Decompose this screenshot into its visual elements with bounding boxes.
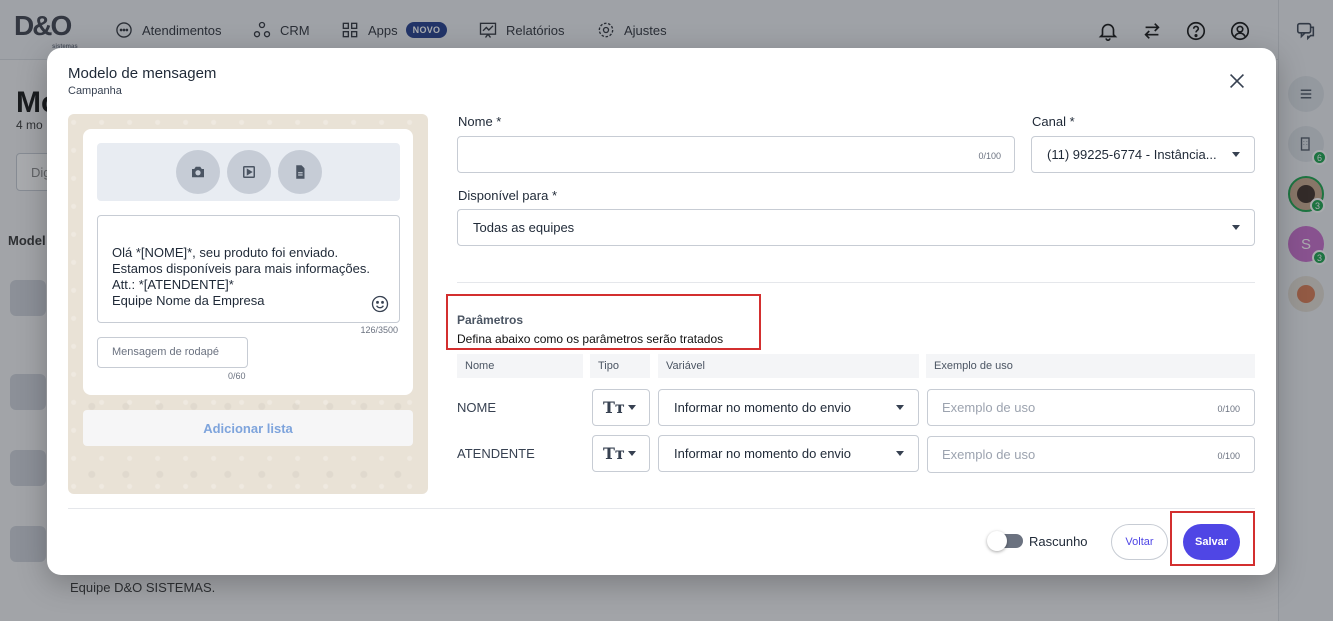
chevron-down-icon bbox=[896, 405, 904, 410]
attach-document-button[interactable] bbox=[277, 150, 322, 194]
param-variable-value: Informar no momento do envio bbox=[674, 446, 852, 461]
chevron-down-icon bbox=[896, 451, 904, 456]
attach-image-button[interactable] bbox=[175, 150, 220, 194]
example-placeholder: Exemplo de uso bbox=[942, 400, 1036, 415]
text-type-icon: Tт bbox=[603, 398, 625, 417]
message-bubble: Olá *[NOME]*, seu produto foi enviado. E… bbox=[83, 129, 413, 395]
chevron-down-icon bbox=[628, 451, 636, 456]
add-list-button[interactable]: Adicionar lista bbox=[83, 410, 413, 446]
param-type-select[interactable]: Tт bbox=[592, 389, 650, 426]
chevron-down-icon bbox=[628, 405, 636, 410]
param-variable-value: Informar no momento do envio bbox=[674, 400, 852, 415]
document-icon bbox=[295, 165, 304, 179]
footer-char-count: 0/60 bbox=[228, 371, 246, 381]
header-name: Nome bbox=[457, 354, 583, 378]
save-button[interactable]: Salvar bbox=[1183, 524, 1240, 560]
modal-subtitle: Campanha bbox=[68, 85, 122, 97]
example-char-count: 0/100 bbox=[1217, 404, 1240, 414]
param-variable-select[interactable]: Informar no momento do envio bbox=[658, 435, 919, 472]
message-char-count: 126/3500 bbox=[360, 325, 398, 335]
param-type-select[interactable]: Tт bbox=[592, 435, 650, 472]
close-icon[interactable] bbox=[1226, 70, 1248, 92]
chevron-down-icon bbox=[1232, 152, 1240, 157]
param-variable-select[interactable]: Informar no momento do envio bbox=[658, 389, 919, 426]
example-char-count: 0/100 bbox=[1217, 451, 1240, 461]
chevron-down-icon bbox=[1232, 225, 1240, 230]
footer-placeholder: Mensagem de rodapé bbox=[112, 346, 220, 358]
text-type-icon: Tт bbox=[603, 444, 625, 463]
header-variable: Variável bbox=[658, 354, 919, 378]
message-body-text: Olá *[NOME]*, seu produto foi enviado. E… bbox=[112, 245, 370, 308]
media-toolbar bbox=[97, 143, 400, 201]
modal-title: Modelo de mensagem bbox=[68, 65, 217, 82]
params-title: Parâmetros bbox=[457, 313, 524, 327]
header-type: Tipo bbox=[590, 354, 650, 378]
message-preview-panel: Olá *[NOME]*, seu produto foi enviado. E… bbox=[68, 114, 428, 494]
name-char-count: 0/100 bbox=[978, 151, 1001, 161]
params-description: Defina abaixo como os parâmetros serão t… bbox=[457, 332, 724, 346]
available-for-select[interactable]: Todas as equipes bbox=[457, 209, 1255, 246]
name-input[interactable]: 0/100 bbox=[457, 136, 1015, 173]
channel-label: Canal * bbox=[1032, 114, 1075, 129]
channel-value: (11) 99225-6774 - Instância... bbox=[1047, 147, 1217, 162]
available-for-label: Disponível para * bbox=[458, 188, 557, 203]
message-body-textarea[interactable]: Olá *[NOME]*, seu produto foi enviado. E… bbox=[97, 215, 400, 323]
example-placeholder: Exemplo de uso bbox=[942, 447, 1036, 462]
footer-divider bbox=[68, 508, 1255, 509]
attach-video-button[interactable] bbox=[226, 150, 271, 194]
section-divider bbox=[457, 282, 1255, 283]
message-template-modal: Modelo de mensagem Campanha Olá *[NOME]*… bbox=[47, 48, 1276, 575]
camera-icon bbox=[191, 166, 204, 178]
param-name: ATENDENTE bbox=[457, 446, 535, 461]
header-example: Exemplo de uso bbox=[926, 354, 1255, 378]
draft-label: Rascunho bbox=[1029, 534, 1088, 549]
emoji-icon[interactable] bbox=[370, 294, 390, 314]
name-label: Nome * bbox=[458, 114, 502, 129]
footer-message-input[interactable]: Mensagem de rodapé bbox=[97, 337, 248, 368]
channel-select[interactable]: (11) 99225-6774 - Instância... bbox=[1031, 136, 1255, 173]
back-button[interactable]: Voltar bbox=[1111, 524, 1168, 560]
available-for-value: Todas as equipes bbox=[473, 220, 575, 235]
param-example-input[interactable]: Exemplo de uso 0/100 bbox=[927, 436, 1255, 473]
param-name: NOME bbox=[457, 400, 496, 415]
toggle-knob bbox=[987, 531, 1007, 551]
video-icon bbox=[242, 166, 255, 178]
draft-toggle[interactable] bbox=[987, 531, 1023, 551]
param-example-input[interactable]: Exemplo de uso 0/100 bbox=[927, 389, 1255, 426]
